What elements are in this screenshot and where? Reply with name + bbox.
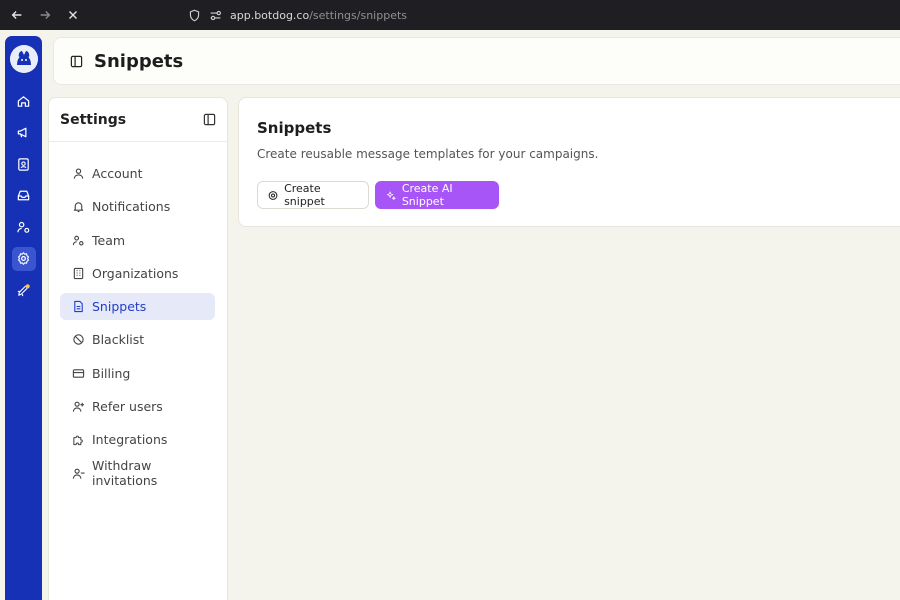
settings-item-label: Integrations bbox=[92, 432, 168, 448]
home-icon bbox=[17, 95, 30, 107]
snippets-card: Snippets Create reusable message templat… bbox=[238, 97, 900, 227]
settings-item-integrations[interactable]: Integrations bbox=[60, 426, 215, 453]
settings-item-billing[interactable]: Billing bbox=[60, 360, 215, 387]
create-ai-snippet-button[interactable]: Create AI Snippet bbox=[375, 181, 499, 209]
close-icon bbox=[69, 11, 77, 19]
sparkles-icon bbox=[386, 190, 396, 200]
inbox-icon bbox=[17, 190, 30, 201]
settings-item-team[interactable]: Team bbox=[60, 227, 215, 254]
building-icon bbox=[73, 267, 84, 280]
gear-icon bbox=[17, 252, 30, 265]
bell-icon bbox=[73, 202, 84, 213]
create-snippet-label: Create snippet bbox=[284, 182, 325, 208]
panel-left-icon bbox=[70, 55, 83, 67]
back-arrow-icon bbox=[11, 11, 22, 19]
settings-item-label: Team bbox=[92, 232, 126, 248]
browser-toolbar: app.botdog.co/settings/snippets bbox=[0, 0, 900, 30]
user-settings-icon bbox=[17, 221, 30, 233]
create-ai-snippet-label: Create AI Snippet bbox=[401, 182, 453, 208]
settings-item-label: Organizations bbox=[92, 265, 179, 281]
settings-sidebar: Settings Account Notifications Team Orga… bbox=[48, 97, 228, 600]
panel-collapse-icon[interactable] bbox=[203, 113, 216, 126]
stop-loading-button[interactable] bbox=[62, 4, 84, 26]
megaphone-icon bbox=[17, 127, 27, 138]
back-button[interactable] bbox=[6, 4, 28, 26]
app-nav-rail bbox=[5, 36, 42, 600]
settings-item-snippets[interactable]: Snippets bbox=[60, 293, 215, 321]
user-minus-icon bbox=[72, 468, 85, 479]
contact-card-icon bbox=[18, 157, 29, 171]
rail-item-upgrade[interactable] bbox=[12, 278, 36, 302]
settings-header: Settings bbox=[49, 98, 227, 142]
settings-item-label: Refer users bbox=[92, 399, 163, 415]
settings-item-label: Billing bbox=[92, 365, 131, 381]
forward-arrow-icon bbox=[40, 11, 51, 19]
address-bar[interactable]: app.botdog.co/settings/snippets bbox=[188, 0, 407, 30]
shield-icon bbox=[189, 9, 200, 21]
settings-item-label: Notifications bbox=[92, 199, 171, 215]
team-icon bbox=[72, 235, 84, 246]
rail-item-home[interactable] bbox=[12, 89, 36, 113]
forward-button[interactable] bbox=[34, 4, 56, 26]
document-icon bbox=[74, 301, 83, 313]
snippets-title: Snippets bbox=[257, 119, 332, 137]
settings-item-label: Blacklist bbox=[92, 332, 145, 348]
user-icon bbox=[73, 168, 84, 179]
ban-icon bbox=[73, 334, 84, 346]
settings-item-label: Account bbox=[92, 166, 143, 181]
sidebar-toggle-button[interactable] bbox=[70, 54, 84, 68]
rail-item-settings[interactable] bbox=[11, 246, 36, 271]
settings-item-account[interactable]: Account bbox=[60, 160, 215, 187]
botdog-logo[interactable] bbox=[9, 45, 38, 73]
rail-item-campaigns[interactable] bbox=[12, 121, 36, 145]
settings-item-blacklist[interactable]: Blacklist bbox=[60, 326, 215, 353]
snippets-description: Create reusable message templates for yo… bbox=[257, 147, 599, 161]
settings-item-refer-users[interactable]: Refer users bbox=[60, 393, 215, 420]
settings-item-label: Snippets bbox=[92, 299, 147, 315]
settings-item-label: Withdraw invitations bbox=[92, 458, 158, 489]
rail-item-contacts[interactable] bbox=[12, 152, 36, 176]
plus-circle-icon bbox=[268, 190, 278, 200]
settings-item-withdraw-invitations[interactable]: Withdraw invitations bbox=[60, 458, 215, 489]
url-text: app.botdog.co/settings/snippets bbox=[230, 9, 407, 22]
create-snippet-button[interactable]: Create snippet bbox=[257, 181, 369, 209]
settings-item-notifications[interactable]: Notifications bbox=[60, 193, 215, 220]
dog-logo-icon bbox=[9, 45, 38, 73]
settings-title: Settings bbox=[60, 111, 127, 128]
settings-item-organizations[interactable]: Organizations bbox=[60, 260, 215, 287]
rail-item-inbox[interactable] bbox=[12, 184, 36, 208]
page-title: Snippets bbox=[94, 50, 184, 72]
page-header: Snippets bbox=[53, 37, 900, 85]
credit-card-icon bbox=[72, 369, 85, 378]
url-host: app.botdog.co bbox=[230, 8, 310, 22]
user-plus-icon bbox=[72, 401, 85, 412]
site-controls-icon bbox=[210, 10, 221, 20]
puzzle-icon bbox=[73, 436, 83, 446]
settings-nav-list: Account Notifications Team Organizations… bbox=[49, 142, 227, 489]
url-path: /settings/snippets bbox=[309, 8, 408, 22]
rail-item-team-settings[interactable] bbox=[12, 215, 36, 239]
rocket-icon bbox=[17, 283, 30, 296]
